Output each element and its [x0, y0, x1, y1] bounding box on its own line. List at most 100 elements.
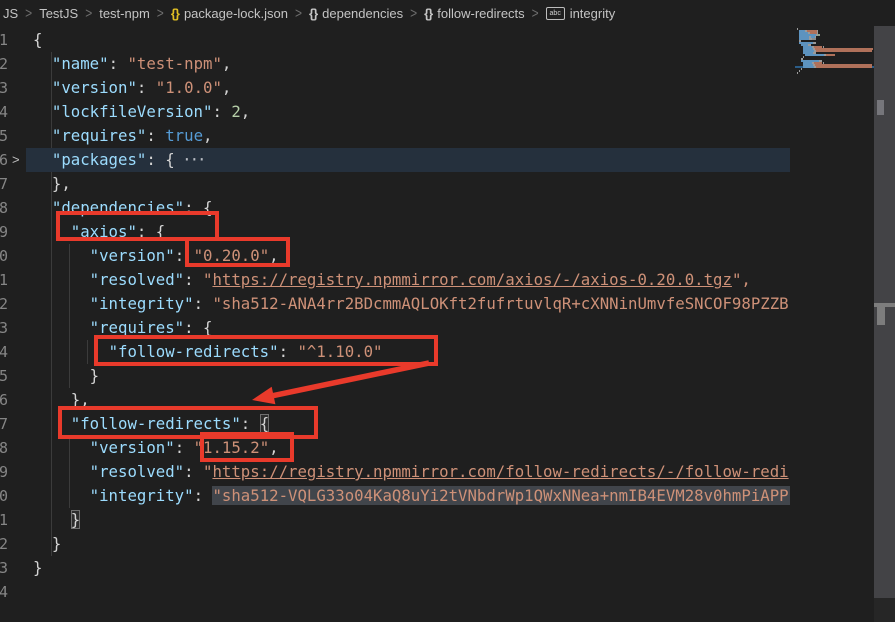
token: "1.0.0" [156, 78, 222, 97]
code-line-16[interactable]: 16 }, [0, 388, 790, 412]
code-line-3[interactable]: 3 "version": "1.0.0", [0, 76, 790, 100]
token: }, [71, 390, 90, 409]
code-line-23[interactable]: 23} [0, 556, 790, 580]
code-line-4[interactable]: 4 "lockfileVersion": 2, [0, 100, 790, 124]
token [33, 534, 52, 553]
breadcrumb-item-dependencies[interactable]: {}dependencies [309, 6, 403, 21]
code-line-9[interactable]: 9 "axios": { [0, 220, 790, 244]
code-line-8[interactable]: 8 "dependencies": { [0, 196, 790, 220]
line-number: 12 [0, 292, 8, 316]
url-string: https://registry.npmmirror.com/axios/-/a… [212, 270, 731, 289]
breadcrumb-separator: > [295, 4, 302, 22]
breadcrumb-separator: > [157, 4, 164, 22]
symbol-object-icon: {} [424, 6, 432, 21]
json-key: "requires" [52, 126, 146, 145]
breadcrumb-separator: > [85, 4, 92, 22]
code-line-22[interactable]: 22 } [0, 532, 790, 556]
token: : [109, 54, 128, 73]
token: : [146, 126, 165, 145]
token [33, 462, 90, 481]
fold-chevron-icon[interactable]: > [12, 148, 20, 172]
json-key: "name" [52, 54, 109, 73]
code-line-2[interactable]: 2 "name": "test-npm", [0, 52, 790, 76]
breadcrumb-separator: > [532, 4, 539, 22]
token: "test-npm" [127, 54, 221, 73]
code-editor[interactable]: 1{2 "name": "test-npm",3 "version": "1.0… [0, 26, 790, 622]
code-line-21[interactable]: 21 } [0, 508, 790, 532]
token: "0.20.0" [194, 246, 270, 265]
token: "1.15.2" [194, 438, 270, 457]
code-line-15[interactable]: 15 } [0, 364, 790, 388]
json-key: "requires" [90, 318, 184, 337]
code-line-18[interactable]: 18 "version": "1.15.2", [0, 436, 790, 460]
token: : [212, 102, 231, 121]
line-number: 8 [0, 196, 8, 220]
minimap-line [795, 74, 874, 76]
code-line-12[interactable]: 12 "integrity": "sha512-ANA4rr2BDcmmAQLO… [0, 292, 790, 316]
line-number: 23 [0, 556, 8, 580]
token [33, 318, 90, 337]
token [33, 126, 52, 145]
line-number: 6 [0, 148, 8, 172]
minimap[interactable] [795, 26, 874, 622]
token: , [203, 126, 212, 145]
line-number: 19 [0, 460, 8, 484]
json-key: "resolved" [90, 462, 184, 481]
token: : [194, 486, 213, 505]
code-line-17[interactable]: 17 "follow-redirects": { [0, 412, 790, 436]
line-number: 15 [0, 364, 8, 388]
breadcrumb-label: package-lock.json [184, 6, 288, 21]
code-line-5[interactable]: 5 "requires": true, [0, 124, 790, 148]
code-line-1[interactable]: 1{ [0, 28, 790, 52]
json-file-icon: {} [171, 6, 179, 21]
json-key: "integrity" [90, 294, 194, 313]
breadcrumb-item-follow-redirects[interactable]: {} follow-redirects [424, 6, 525, 21]
breadcrumb-label: follow-redirects [437, 6, 524, 21]
json-key: "lockfileVersion" [52, 102, 213, 121]
line-number: 11 [0, 268, 8, 292]
token: } [71, 510, 80, 529]
breadcrumb-label: JS [3, 6, 18, 21]
line-number: 4 [0, 100, 8, 124]
code-line-13[interactable]: 13 "requires": { [0, 316, 790, 340]
line-number: 18 [0, 436, 8, 460]
code-line-20[interactable]: 20 "integrity": "sha512-VQLG33o04KaQ8uYi… [0, 484, 790, 508]
token: : [184, 270, 203, 289]
breadcrumb-item-js[interactable]: JS [3, 6, 18, 21]
code-line-14[interactable]: 14 "follow-redirects": "^1.10.0" [0, 340, 790, 364]
token [33, 438, 90, 457]
breadcrumb-item-testjs[interactable]: TestJS [39, 6, 78, 21]
token [33, 270, 90, 289]
breadcrumb-item-package-lock-json[interactable]: {} package-lock.json [171, 6, 288, 21]
token: } [90, 366, 99, 385]
token [33, 246, 90, 265]
code-line-24[interactable]: 24 [0, 580, 790, 604]
token [33, 294, 90, 313]
vertical-scrollbar[interactable] [874, 26, 895, 598]
breadcrumb-item-test-npm[interactable]: test-npm [99, 6, 150, 21]
line-number: 7 [0, 172, 8, 196]
token [33, 414, 71, 433]
json-key: "version" [52, 78, 137, 97]
code-line-6[interactable]: 6> "packages": { ··· [0, 148, 790, 172]
token [33, 174, 52, 193]
token: { [156, 222, 165, 241]
code-line-10[interactable]: 10 "version": "0.20.0", [0, 244, 790, 268]
line-number: 21 [0, 508, 8, 532]
line-number: 17 [0, 412, 8, 436]
json-key: "axios" [71, 222, 137, 241]
line-number: 22 [0, 532, 8, 556]
token: : [146, 150, 165, 169]
line-number: 9 [0, 220, 8, 244]
token: , [241, 102, 250, 121]
token: : [184, 462, 203, 481]
code-line-11[interactable]: 11 "resolved": "https://registry.npmmirr… [0, 268, 790, 292]
line-number: 13 [0, 316, 8, 340]
code-line-19[interactable]: 19 "resolved": "https://registry.npmmirr… [0, 460, 790, 484]
line-number: 24 [0, 580, 8, 604]
breadcrumb-item-integrity[interactable]: abcintegrity [546, 6, 616, 21]
code-line-7[interactable]: 7 }, [0, 172, 790, 196]
token [33, 150, 52, 169]
line-number: 20 [0, 484, 8, 508]
breadcrumb-label: dependencies [322, 6, 403, 21]
